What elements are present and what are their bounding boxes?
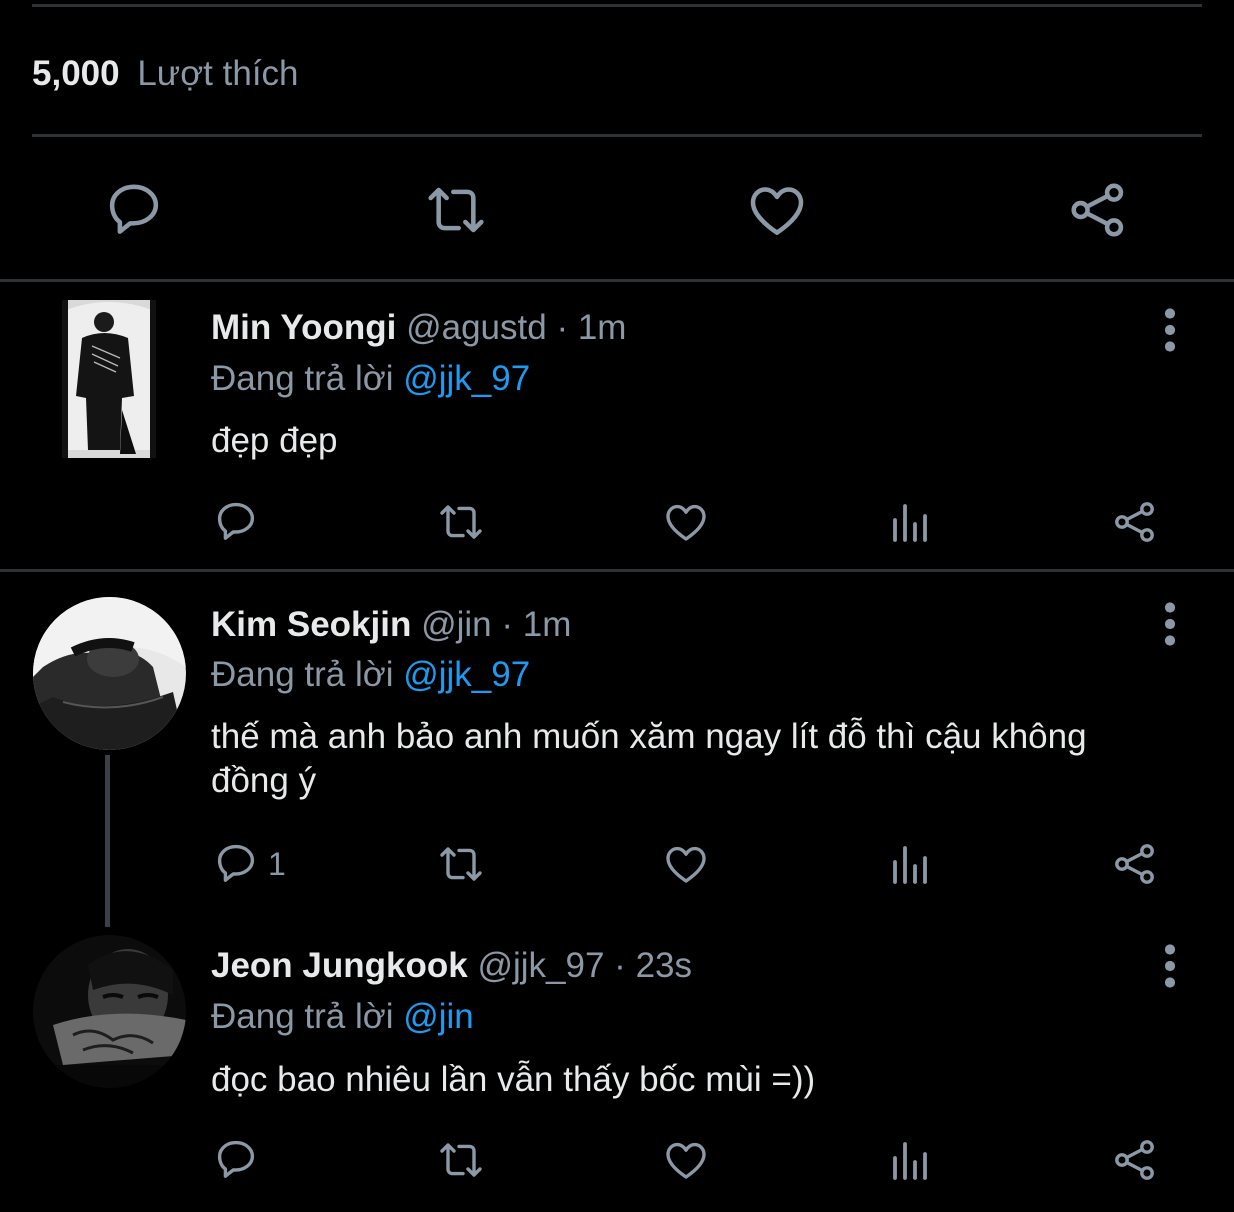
top-divider: [32, 4, 1202, 7]
view-stats-button[interactable]: [886, 498, 934, 546]
share-icon: [1111, 1136, 1159, 1184]
share-icon: [1111, 498, 1159, 546]
reply-icon: [212, 1136, 260, 1184]
stats-icon: [886, 498, 934, 546]
share-icon: [1066, 178, 1130, 242]
likes-summary[interactable]: 5,000 Lượt thích: [32, 52, 299, 96]
replying-to: Đang trả lời @jin: [211, 995, 474, 1039]
more-vertical-icon: [1152, 600, 1188, 648]
retweet-icon: [437, 498, 485, 546]
share-button[interactable]: [1066, 178, 1130, 242]
separator-dot: ·: [614, 946, 626, 985]
avatar[interactable]: [33, 935, 186, 1088]
username[interactable]: @agustd: [406, 308, 547, 347]
more-options-button[interactable]: [1152, 942, 1188, 990]
likes-label: Lượt thích: [137, 54, 299, 93]
tweet-text: đẹp đẹp: [211, 421, 338, 460]
share-button[interactable]: [1111, 498, 1159, 546]
tweet-text: thế mà anh bảo anh muốn xăm ngay lít đỗ …: [211, 717, 1087, 800]
share-button[interactable]: [1111, 840, 1159, 888]
replying-to-label: Đang trả lời: [211, 359, 394, 398]
reply-button[interactable]: [212, 840, 260, 888]
retweet-icon: [437, 840, 485, 888]
view-stats-button[interactable]: [886, 1136, 934, 1184]
retweet-button[interactable]: [437, 498, 485, 546]
retweet-icon: [437, 1136, 485, 1184]
reply-button[interactable]: [212, 498, 260, 546]
avatar-photo: [62, 300, 156, 458]
like-button[interactable]: [662, 498, 710, 546]
display-name[interactable]: Min Yoongi: [211, 308, 396, 347]
like-button[interactable]: [745, 178, 809, 242]
stats-icon: [886, 840, 934, 888]
replying-to-label: Đang trả lời: [211, 997, 394, 1036]
share-button[interactable]: [1111, 1136, 1159, 1184]
timestamp[interactable]: 23s: [636, 946, 692, 985]
mention-link[interactable]: @jin: [403, 997, 474, 1036]
replying-to: Đang trả lời @jjk_97: [211, 653, 530, 697]
retweet-button[interactable]: [437, 840, 485, 888]
separator-dot: ·: [501, 605, 513, 644]
like-icon: [662, 840, 710, 888]
reply-button[interactable]: [212, 1136, 260, 1184]
likes-divider: [32, 134, 1202, 137]
tweet-header: Kim Seokjin @jin · 1m: [211, 603, 571, 647]
reply-button[interactable]: [102, 178, 166, 242]
separator-dot: ·: [556, 308, 569, 347]
avatar-photo: [33, 597, 186, 750]
username[interactable]: @jin: [421, 605, 492, 644]
like-icon: [745, 178, 809, 242]
like-icon: [662, 498, 710, 546]
reply-icon: [212, 840, 260, 888]
like-button[interactable]: [662, 1136, 710, 1184]
more-options-button[interactable]: [1152, 600, 1188, 648]
retweet-button[interactable]: [424, 178, 488, 242]
replying-to-label: Đang trả lời: [211, 655, 394, 694]
like-icon: [662, 1136, 710, 1184]
tweet-header: Jeon Jungkook @jjk_97 · 23s: [211, 944, 692, 988]
display-name[interactable]: Jeon Jungkook: [211, 946, 468, 985]
thread-line: [105, 755, 110, 927]
view-stats-button[interactable]: [886, 840, 934, 888]
avatar-photo: [33, 935, 186, 1088]
reply-count: 1: [268, 846, 286, 882]
replying-to: Đang trả lời @jjk_97: [211, 357, 530, 401]
retweet-button[interactable]: [437, 1136, 485, 1184]
avatar[interactable]: [62, 300, 156, 458]
likes-count: 5,000: [32, 54, 120, 93]
avatar[interactable]: [33, 597, 186, 750]
mention-link[interactable]: @jjk_97: [403, 359, 530, 398]
more-options-button[interactable]: [1152, 306, 1188, 354]
display-name[interactable]: Kim Seokjin: [211, 605, 411, 644]
stats-icon: [886, 1136, 934, 1184]
username[interactable]: @jjk_97: [477, 946, 604, 985]
tweet-header: Min Yoongi @agustd · 1m: [211, 306, 626, 350]
reply-icon: [212, 498, 260, 546]
timestamp[interactable]: 1m: [578, 308, 627, 347]
timestamp[interactable]: 1m: [523, 605, 572, 644]
retweet-icon: [424, 178, 488, 242]
reply-icon: [102, 178, 166, 242]
reply-tweet[interactable]: Min Yoongi @agustd · 1m Đang trả lời @jj…: [0, 282, 1234, 570]
share-icon: [1111, 840, 1159, 888]
like-button[interactable]: [662, 840, 710, 888]
more-vertical-icon: [1152, 306, 1188, 354]
more-vertical-icon: [1152, 942, 1188, 990]
reply-tweet[interactable]: Kim Seokjin @jin · 1m Đang trả lời @jjk_…: [0, 572, 1234, 927]
mention-link[interactable]: @jjk_97: [403, 655, 530, 694]
tweet-text: đọc bao nhiêu lần vẫn thấy bốc mùi =)): [211, 1060, 816, 1099]
reply-tweet[interactable]: Jeon Jungkook @jjk_97 · 23s Đang trả lời…: [0, 927, 1234, 1212]
